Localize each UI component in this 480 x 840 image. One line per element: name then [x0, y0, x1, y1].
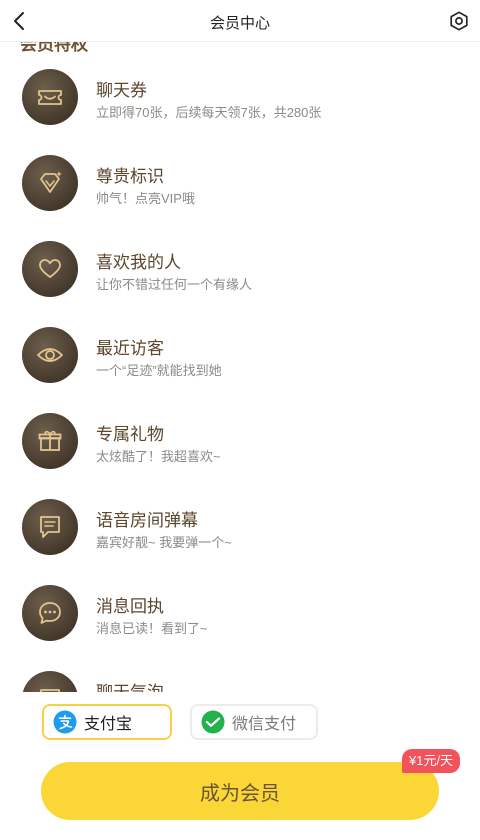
- privilege-name: 聊天券: [96, 81, 147, 100]
- privilege-desc: 一个“足迹”就能找到她: [96, 363, 222, 378]
- settings-hexagon-icon[interactable]: [448, 10, 470, 32]
- alipay-label: 支付宝: [84, 716, 133, 733]
- privilege-name: 尊贵标识: [96, 167, 164, 186]
- wechat-pay-label: 微信支付: [232, 716, 297, 733]
- privilege-item-message-receipt[interactable]: 消息回执 消息已读！看到了~: [0, 585, 480, 671]
- gift-icon: [38, 430, 62, 451]
- chat-bubble-icon: [40, 689, 60, 692]
- privilege-item-exclusive-gift[interactable]: 专属礼物 太炫酷了！我超喜欢~: [0, 413, 480, 499]
- privilege-list[interactable]: 会员特权 聊天券 立即得70张，后续每天领7张，共280张 尊贵标识 帅气！点亮…: [0, 42, 480, 692]
- message-receipt-icon: [39, 602, 61, 624]
- wechat-pay-option[interactable]: 微信支付: [190, 704, 318, 740]
- alipay-icon: [53, 710, 77, 734]
- danmaku-icon: [40, 516, 60, 538]
- privilege-icon-circle: [22, 413, 78, 469]
- section-title: 会员特权: [20, 42, 88, 54]
- privilege-desc: 立即得70张，后续每天领7张，共280张: [96, 105, 322, 120]
- privilege-desc: 让你不错过任何一个有缘人: [96, 277, 253, 292]
- privilege-item-vip-badge[interactable]: 尊贵标识 帅气！点亮VIP哦: [0, 155, 480, 241]
- privilege-icon-circle: [22, 585, 78, 641]
- privilege-icon-circle: [22, 241, 78, 297]
- privilege-icon-circle: [22, 327, 78, 383]
- heart-icon: [39, 259, 61, 278]
- top-bar: 会员中心: [0, 0, 480, 42]
- privilege-desc: 消息已读！看到了~: [96, 621, 208, 636]
- privilege-name: 专属礼物: [96, 425, 164, 444]
- privilege-desc: 太炫酷了！我超喜欢~: [96, 449, 221, 464]
- privilege-item-who-likes-me[interactable]: 喜欢我的人 让你不错过任何一个有缘人: [0, 241, 480, 327]
- privilege-name: 语音房间弹幕: [96, 511, 198, 530]
- page-title: 会员中心: [209, 15, 270, 32]
- payment-panel: 支付宝 微信支付 成为会员 ¥1元/天: [0, 692, 480, 840]
- privilege-icon-circle: [22, 671, 78, 692]
- diamond-icon: [40, 171, 62, 193]
- privilege-name: 最近访客: [96, 339, 164, 358]
- privilege-item-recent-visitors[interactable]: 最近访客 一个“足迹”就能找到她: [0, 327, 480, 413]
- eye-icon: [37, 348, 63, 362]
- privilege-name: 喜欢我的人: [96, 253, 181, 272]
- privilege-desc: 嘉宾好靓~ 我要弹一个~: [96, 535, 232, 550]
- wechat-pay-icon: [201, 710, 225, 734]
- privilege-desc: 帅气！点亮VIP哦: [96, 191, 195, 206]
- privilege-item-chat-bubble[interactable]: 聊天气泡: [0, 671, 480, 692]
- privilege-item-chat-ticket[interactable]: 聊天券 立即得70张，后续每天领7张，共280张: [0, 69, 480, 155]
- privilege-name: 消息回执: [96, 597, 164, 616]
- ticket-icon: [38, 90, 62, 105]
- privilege-name: 聊天气泡: [96, 678, 164, 692]
- privilege-icon-circle: [22, 155, 78, 211]
- privilege-item-voice-room-danmaku[interactable]: 语音房间弹幕 嘉宾好靓~ 我要弹一个~: [0, 499, 480, 585]
- alipay-option[interactable]: 支付宝: [42, 704, 172, 740]
- become-member-button[interactable]: 成为会员: [41, 762, 439, 820]
- privilege-icon-circle: [22, 69, 78, 125]
- privilege-icon-circle: [22, 499, 78, 555]
- price-badge: ¥1元/天: [402, 749, 461, 773]
